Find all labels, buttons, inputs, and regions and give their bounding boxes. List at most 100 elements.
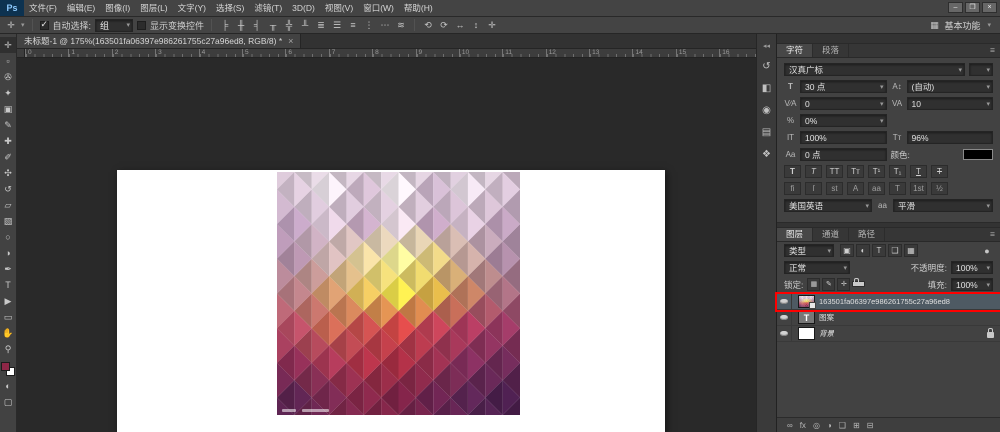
3d-scale-icon[interactable]: ✛: [486, 20, 498, 31]
text-style-button[interactable]: T: [805, 165, 822, 178]
fill-select[interactable]: 100%▾: [951, 278, 993, 291]
foreground-color-chip[interactable]: [1, 362, 10, 371]
history-brush-tool[interactable]: ↺: [0, 181, 16, 197]
anti-alias-select[interactable]: 平滑▾: [893, 199, 993, 212]
opentype-button[interactable]: T: [889, 182, 906, 195]
font-family-select[interactable]: 汉真广标▾: [784, 63, 965, 76]
menu-item[interactable]: 窗口(W): [358, 0, 399, 16]
lock-all-icon[interactable]: [852, 281, 865, 287]
baseline-shift-field[interactable]: 0 点: [800, 148, 887, 161]
screen-mode-icon[interactable]: ▢: [0, 394, 16, 410]
eraser-tool[interactable]: ▱: [0, 197, 16, 213]
layer-group-icon[interactable]: ❑: [839, 421, 846, 430]
close-tab-icon[interactable]: ×: [288, 36, 293, 46]
link-layers-icon[interactable]: ∞: [787, 421, 793, 430]
layer-filter-type-select[interactable]: 类型▾: [784, 244, 834, 257]
tab-layers[interactable]: 图层: [777, 228, 813, 241]
text-style-button[interactable]: T₁: [889, 165, 906, 178]
opentype-button[interactable]: st: [826, 182, 843, 195]
distribute-top-icon[interactable]: ≣: [315, 20, 327, 31]
menu-item[interactable]: 编辑(E): [62, 0, 100, 16]
layer-name[interactable]: 图案: [819, 312, 834, 323]
3d-slide-icon[interactable]: ↕: [470, 20, 482, 30]
layer-effects-icon[interactable]: fx: [800, 421, 806, 430]
horizontal-scale-field[interactable]: 96%: [907, 131, 994, 144]
close-button[interactable]: ×: [982, 2, 997, 13]
text-style-button[interactable]: T¹: [868, 165, 885, 178]
text-style-button[interactable]: TT: [826, 165, 843, 178]
gradient-tool[interactable]: ▧: [0, 213, 16, 229]
quick-mask-icon[interactable]: ◐: [0, 378, 16, 394]
3d-pan-icon[interactable]: ↔: [454, 20, 466, 30]
align-top-edges-icon[interactable]: ╥: [267, 20, 279, 30]
3d-roll-icon[interactable]: ⟳: [438, 20, 450, 31]
tab-paragraph[interactable]: 段落: [813, 44, 849, 57]
healing-brush-tool[interactable]: ✚: [0, 133, 16, 149]
align-vertical-centers-icon[interactable]: ╬: [283, 20, 295, 30]
text-color-swatch[interactable]: [963, 149, 993, 160]
opentype-button[interactable]: A: [847, 182, 864, 195]
tab-channels[interactable]: 通道: [813, 228, 849, 241]
3d-rotate-icon[interactable]: ⟲: [422, 20, 434, 31]
text-style-button[interactable]: T: [910, 165, 927, 178]
panel-menu-icon[interactable]: ≡: [985, 228, 1000, 241]
eyedropper-tool[interactable]: ✎: [0, 117, 16, 133]
menu-item[interactable]: 图层(L): [135, 0, 172, 16]
menu-item[interactable]: 3D(D): [287, 0, 320, 16]
menu-item[interactable]: 视图(V): [320, 0, 358, 16]
layer-thumbnail-image[interactable]: [798, 295, 815, 308]
workspace-switcher[interactable]: ▦ 基本功能 ▾: [924, 19, 995, 32]
styles-panel-icon[interactable]: ❖: [762, 149, 771, 160]
history-panel-icon[interactable]: ↺: [762, 61, 770, 72]
panel-menu-icon[interactable]: ≡: [985, 44, 1000, 57]
opentype-button[interactable]: 1st: [910, 182, 927, 195]
tsume-select[interactable]: 0%▾: [800, 114, 887, 127]
delete-layer-icon[interactable]: ⊟: [867, 421, 874, 430]
info-panel-icon[interactable]: ◉: [762, 105, 771, 116]
layer-row[interactable]: 背景: [777, 326, 1000, 342]
layer-mask-icon[interactable]: ◎: [813, 421, 820, 430]
layer-visibility-toggle[interactable]: [777, 326, 792, 341]
swatches-panel-icon[interactable]: ▤: [762, 127, 771, 138]
blend-mode-select[interactable]: 正常▾: [784, 261, 850, 274]
distribute-bottom-icon[interactable]: ≡: [347, 20, 359, 30]
kerning-select[interactable]: 0▾: [800, 97, 887, 110]
tool-preset-dropdown[interactable]: ✛ ▾: [5, 20, 25, 31]
restore-button[interactable]: ❐: [965, 2, 980, 13]
opentype-button[interactable]: ½: [931, 182, 948, 195]
show-transform-checkbox[interactable]: [137, 21, 146, 30]
minimize-button[interactable]: –: [948, 2, 963, 13]
text-style-button[interactable]: T: [784, 165, 801, 178]
filter-adjustment-layers-icon[interactable]: ◐: [856, 244, 870, 257]
menu-item[interactable]: 文件(F): [24, 0, 62, 16]
color-chips[interactable]: [1, 362, 15, 376]
font-style-select[interactable]: ▾: [969, 63, 993, 76]
align-bottom-edges-icon[interactable]: ╨: [299, 20, 311, 30]
lasso-tool[interactable]: ✇: [0, 69, 16, 85]
path-selection-tool[interactable]: ▶: [0, 293, 16, 309]
menu-item[interactable]: 帮助(H): [399, 0, 438, 16]
text-style-button[interactable]: Tᴛ: [847, 165, 864, 178]
dodge-tool[interactable]: ◑: [0, 245, 16, 261]
distribute-right-icon[interactable]: ≋: [395, 20, 407, 31]
clone-stamp-tool[interactable]: ✣: [0, 165, 16, 181]
align-horizontal-centers-icon[interactable]: ╫: [235, 20, 247, 30]
align-right-edges-icon[interactable]: ╡: [251, 20, 263, 30]
pen-tool[interactable]: ✒: [0, 261, 16, 277]
blur-tool[interactable]: ○: [0, 229, 16, 245]
font-size-select[interactable]: 30 点▾: [800, 80, 887, 93]
document-canvas[interactable]: [117, 170, 665, 432]
new-layer-icon[interactable]: ⊞: [853, 421, 860, 430]
type-tool[interactable]: T: [0, 277, 16, 293]
layer-row[interactable]: 163501fa06397e986261755c27a96ed8: [777, 294, 1000, 310]
layer-name[interactable]: 背景: [819, 328, 834, 339]
distribute-vertical-icon[interactable]: ☰: [331, 20, 343, 31]
quick-selection-tool[interactable]: ✦: [0, 85, 16, 101]
layer-visibility-toggle[interactable]: [777, 310, 792, 325]
lock-pixels-icon[interactable]: ✎: [822, 278, 835, 291]
auto-select-target-select[interactable]: 组 ▾: [95, 19, 133, 32]
filter-type-layers-icon[interactable]: T: [872, 244, 886, 257]
tab-character[interactable]: 字符: [777, 44, 813, 57]
leading-select[interactable]: (自动)▾: [907, 80, 994, 93]
document-tab[interactable]: 未标题-1 @ 175%(163501fa06397e986261755c27a…: [17, 34, 301, 48]
